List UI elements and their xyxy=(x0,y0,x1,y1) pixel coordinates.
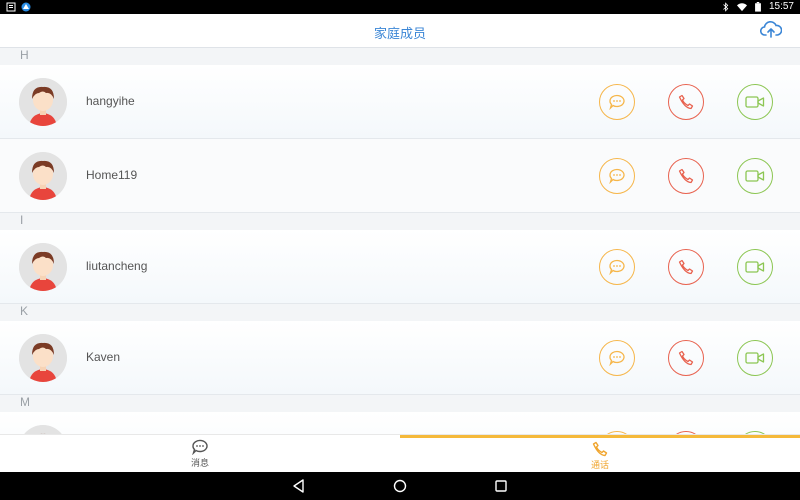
phone-icon xyxy=(678,350,694,366)
phone-icon xyxy=(592,441,608,456)
video-call-button[interactable] xyxy=(737,84,773,120)
video-call-button[interactable] xyxy=(737,340,773,376)
message-button[interactable] xyxy=(599,158,635,194)
contact-row[interactable]: Home119 xyxy=(0,139,800,213)
message-button[interactable] xyxy=(599,249,635,285)
video-camera-icon xyxy=(745,96,765,108)
boy-avatar-icon xyxy=(19,334,67,382)
boy-avatar-icon xyxy=(19,78,67,126)
section-header: K xyxy=(0,304,800,321)
cloud-upload-icon[interactable] xyxy=(760,20,782,40)
contact-row[interactable] xyxy=(0,412,800,434)
app-header: 家庭成员 xyxy=(0,14,800,48)
avatar xyxy=(19,334,67,382)
video-call-button[interactable] xyxy=(737,249,773,285)
voice-call-button[interactable] xyxy=(668,340,704,376)
page-title: 家庭成员 xyxy=(373,26,426,41)
contact-name: Home119 xyxy=(86,168,138,182)
video-camera-icon xyxy=(745,170,765,182)
wifi-icon xyxy=(736,3,747,12)
chat-bubble-icon xyxy=(609,94,625,110)
message-button[interactable] xyxy=(599,84,635,120)
app-notification-icon xyxy=(21,2,31,12)
bluetooth-icon xyxy=(723,2,729,12)
boy-avatar-icon xyxy=(24,425,62,434)
chat-bubble-icon xyxy=(609,259,625,275)
phone-icon xyxy=(678,259,694,275)
contact-row[interactable]: Kaven xyxy=(0,321,800,395)
contact-name: hangyihe xyxy=(86,94,135,108)
tab-calls[interactable]: 通话 xyxy=(400,435,800,473)
section-header: M xyxy=(0,395,800,412)
notification-icon xyxy=(6,2,16,12)
avatar xyxy=(19,425,67,434)
back-icon[interactable] xyxy=(290,477,308,495)
status-time: 15:57 xyxy=(768,1,794,12)
contact-row[interactable]: hangyihe xyxy=(0,65,800,139)
chat-bubble-icon xyxy=(609,168,625,184)
avatar xyxy=(19,243,67,291)
tab-messages-label: 消息 xyxy=(190,458,209,468)
tab-messages[interactable]: 消息 xyxy=(0,435,400,473)
video-call-button[interactable] xyxy=(737,158,773,194)
voice-call-button[interactable] xyxy=(668,84,704,120)
bottom-tab-bar: 消息 通话 xyxy=(0,434,800,472)
system-navigation-bar xyxy=(0,472,800,500)
boy-avatar-icon xyxy=(19,152,67,200)
section-header: H xyxy=(0,48,800,65)
contact-name: liutancheng xyxy=(86,259,148,273)
boy-avatar-icon xyxy=(19,243,67,291)
voice-call-button[interactable] xyxy=(668,249,704,285)
voice-call-button[interactable] xyxy=(668,158,704,194)
recent-apps-icon[interactable] xyxy=(492,477,510,495)
chat-bubble-icon xyxy=(609,350,625,366)
avatar xyxy=(19,152,67,200)
home-icon[interactable] xyxy=(391,477,409,495)
tab-calls-label: 通话 xyxy=(590,459,609,470)
video-camera-icon xyxy=(745,352,765,364)
contact-list[interactable]: H hangyihe Home119 I liutancheng K Kaven… xyxy=(0,48,800,434)
chat-bubble-icon xyxy=(192,439,208,455)
status-right: 15:57 xyxy=(721,1,794,13)
battery-icon xyxy=(755,2,761,12)
contact-name: Kaven xyxy=(86,350,121,364)
avatar xyxy=(19,78,67,126)
section-header: I xyxy=(0,213,800,230)
contact-row[interactable]: liutancheng xyxy=(0,230,800,304)
phone-icon xyxy=(678,168,694,184)
status-left xyxy=(6,2,31,12)
message-button[interactable] xyxy=(599,340,635,376)
status-bar: 15:57 xyxy=(0,0,800,14)
phone-icon xyxy=(678,94,694,110)
video-camera-icon xyxy=(745,261,765,273)
